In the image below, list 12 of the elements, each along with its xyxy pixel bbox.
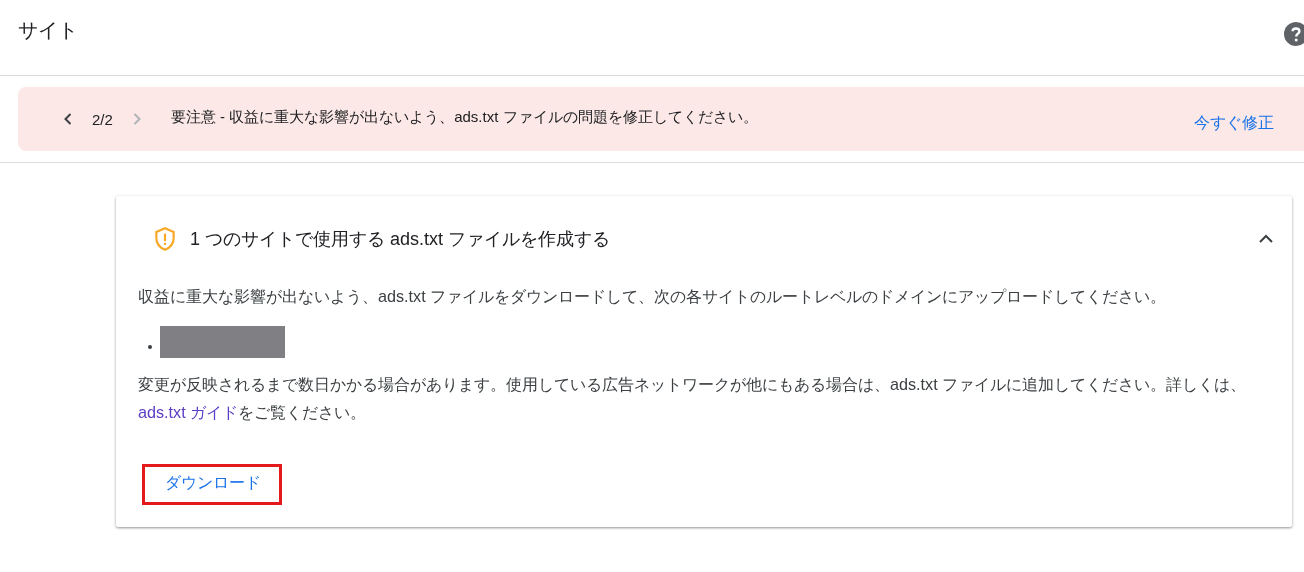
card-title: 1 つのサイトで使用する ads.txt ファイルを作成する <box>190 228 612 251</box>
download-button[interactable]: ダウンロード <box>145 467 279 502</box>
info-text: 変更が反映されるまで数日かかる場合があります。使用している広告ネットワークが他にもある場合は、ads.txt ファイルに追加してください。詳しくは、 ads.txt ガイド をご覧ください。 <box>138 374 1248 423</box>
bullet-dot <box>148 345 152 349</box>
alert-message: 要注意 - 収益に重大な影響が出ないよう、ads.txt ファイルの問題を修正してください。 <box>170 107 759 127</box>
fix-now-link[interactable]: 今すぐ修正 <box>1194 112 1274 134</box>
instruction-text: 収益に重大な影響が出ないよう、ads.txt ファイルをダウンロードして、次の各サイトのルートレベルのドメインにアップロードしてください。 <box>138 286 1168 307</box>
help-icon[interactable] <box>1284 21 1304 46</box>
page-counter: 2/2 <box>92 110 113 128</box>
page-title: サイト <box>18 18 78 43</box>
warning-shield-icon <box>152 226 178 252</box>
guide-link[interactable]: ads.txt ガイド <box>138 403 239 421</box>
